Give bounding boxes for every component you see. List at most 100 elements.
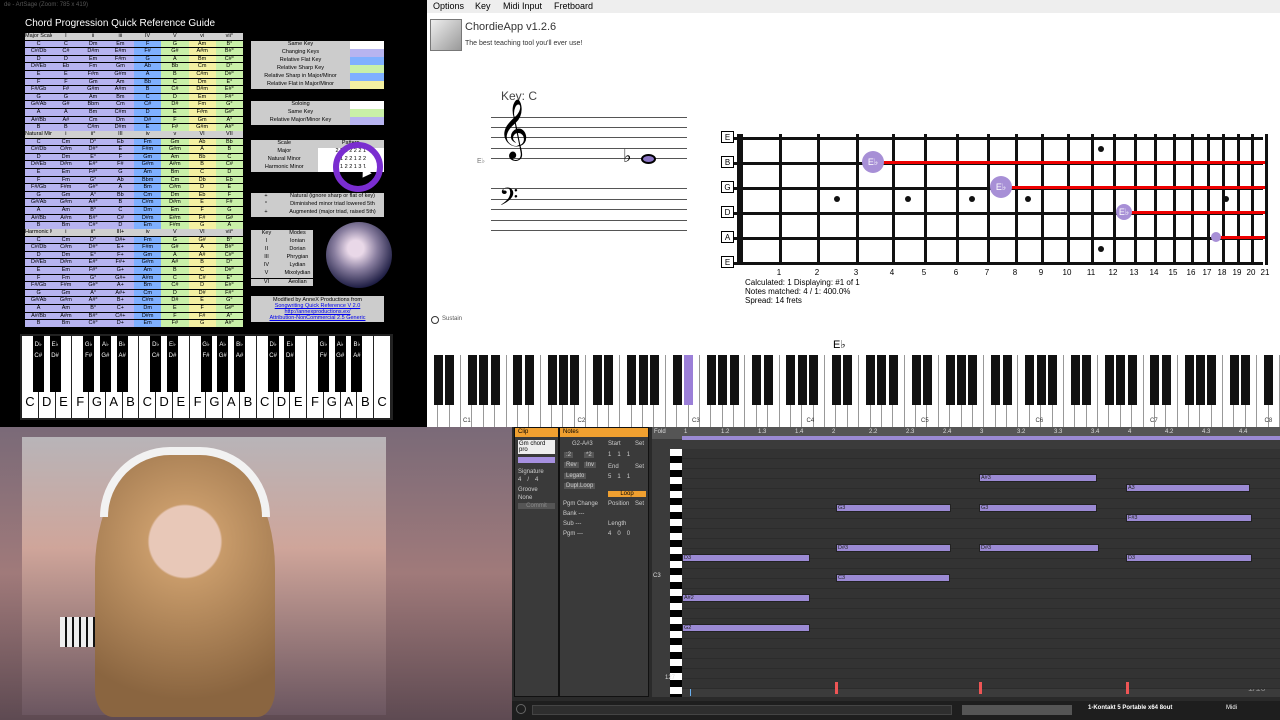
sig-denominator[interactable]: 4 bbox=[535, 477, 538, 483]
groove-select[interactable]: None bbox=[518, 495, 555, 501]
black-key[interactable]: D♭ C# bbox=[267, 336, 279, 392]
piano-black-key[interactable] bbox=[1048, 355, 1058, 405]
midi-note[interactable]: G3 bbox=[836, 504, 951, 512]
midi-note[interactable]: A3 bbox=[1126, 484, 1250, 492]
piano-black-key[interactable] bbox=[786, 355, 796, 405]
bank-field[interactable]: Bank --- bbox=[563, 511, 584, 517]
status-icon[interactable] bbox=[516, 704, 526, 714]
position-set-button[interactable]: Set bbox=[635, 501, 644, 507]
black-key[interactable]: A♭ G# bbox=[99, 336, 111, 392]
velocity-marker[interactable] bbox=[835, 682, 838, 694]
start-set-button[interactable]: Set bbox=[635, 441, 644, 447]
note-lane[interactable] bbox=[682, 609, 1280, 619]
piano-black-key[interactable] bbox=[797, 355, 807, 405]
piano-black-key[interactable] bbox=[843, 355, 853, 405]
midi-note[interactable]: F#3 bbox=[1126, 514, 1252, 522]
length-bar[interactable]: 4 bbox=[608, 531, 611, 537]
black-key[interactable]: E♭ D# bbox=[166, 336, 178, 392]
piano-black-key[interactable] bbox=[1184, 355, 1194, 405]
piano-black-key[interactable] bbox=[1195, 355, 1205, 405]
start-beat[interactable]: 1 bbox=[617, 452, 620, 458]
midi-note[interactable]: A#2 bbox=[682, 594, 810, 602]
halve-button[interactable]: :2 bbox=[564, 452, 574, 458]
start-sixteenth[interactable]: 1 bbox=[627, 452, 630, 458]
midi-note[interactable]: D3 bbox=[1126, 554, 1252, 562]
menu-midi-input[interactable]: Midi Input bbox=[503, 1, 542, 11]
black-key[interactable]: B♭ A# bbox=[116, 336, 128, 392]
piano-black-key[interactable] bbox=[684, 355, 694, 405]
sustain-radio[interactable] bbox=[431, 316, 439, 324]
license-link[interactable]: Attribution-NonCommercial 2.5 Generic bbox=[252, 315, 383, 321]
piano-black-key[interactable] bbox=[558, 355, 568, 405]
end-sixteenth[interactable]: 1 bbox=[627, 474, 630, 480]
piano-black-key[interactable] bbox=[1082, 355, 1092, 405]
track-name[interactable]: 1-Kontakt 5 Portable x64 8out bbox=[1088, 705, 1172, 711]
piano-black-key[interactable] bbox=[1036, 355, 1046, 405]
end-bar[interactable]: 5 bbox=[608, 474, 611, 480]
midi-note[interactable]: C3 bbox=[836, 574, 950, 582]
piano-black-key[interactable] bbox=[866, 355, 876, 405]
piano-roll-keys[interactable] bbox=[670, 449, 682, 697]
black-key[interactable]: B♭ A# bbox=[234, 336, 246, 392]
note-lane[interactable] bbox=[682, 579, 1280, 589]
fret-note-marker[interactable]: E♭ bbox=[1211, 232, 1221, 242]
double-button[interactable]: *2 bbox=[584, 452, 594, 458]
velocity-marker[interactable] bbox=[1126, 682, 1129, 694]
piano-black-key[interactable] bbox=[957, 355, 967, 405]
black-key[interactable]: A♭ G# bbox=[334, 336, 346, 392]
end-set-button[interactable]: Set bbox=[635, 464, 644, 470]
piano-black-key[interactable] bbox=[433, 355, 443, 405]
piano-black-key[interactable] bbox=[991, 355, 1001, 405]
midi-note[interactable]: G2 bbox=[682, 624, 810, 632]
note-lane[interactable] bbox=[682, 659, 1280, 669]
note-lane[interactable] bbox=[682, 569, 1280, 579]
note-lane[interactable] bbox=[682, 639, 1280, 649]
note-lane[interactable] bbox=[682, 529, 1280, 539]
midi-note[interactable]: A#3 bbox=[979, 474, 1097, 482]
fret-note-marker[interactable]: E♭ bbox=[1116, 204, 1132, 220]
dupl-loop-button[interactable]: Dupl.Loop bbox=[564, 483, 596, 489]
fret-note-marker[interactable]: E♭ bbox=[990, 176, 1012, 198]
note-lane[interactable] bbox=[682, 449, 1280, 459]
piano-black-key[interactable] bbox=[1161, 355, 1171, 405]
piano-black-key[interactable] bbox=[627, 355, 637, 405]
pgm-field[interactable]: Pgm --- bbox=[563, 531, 583, 537]
note-lane[interactable] bbox=[682, 649, 1280, 659]
piano-black-key[interactable] bbox=[524, 355, 534, 405]
piano-black-key[interactable] bbox=[547, 355, 557, 405]
black-key[interactable]: A♭ G# bbox=[217, 336, 229, 392]
piano-black-key[interactable] bbox=[638, 355, 648, 405]
black-key[interactable]: G♭ F# bbox=[200, 336, 212, 392]
piano-black-key[interactable] bbox=[888, 355, 898, 405]
legato-button[interactable]: Legato bbox=[564, 473, 587, 479]
commit-button[interactable]: Commit bbox=[518, 503, 555, 509]
end-value[interactable]: 511 bbox=[608, 474, 630, 480]
clip-color-swatch[interactable] bbox=[518, 457, 555, 463]
clip-name-field[interactable]: Gm chord pro bbox=[518, 440, 555, 454]
menu-options[interactable]: Options bbox=[433, 1, 464, 11]
piano-black-key[interactable] bbox=[1025, 355, 1035, 405]
end-beat[interactable]: 1 bbox=[617, 474, 620, 480]
piano-black-key[interactable] bbox=[1002, 355, 1012, 405]
midi-note[interactable]: D#3 bbox=[979, 544, 1099, 552]
piano-black-key[interactable] bbox=[570, 355, 580, 405]
piano-black-key[interactable] bbox=[706, 355, 716, 405]
black-key[interactable]: D♭ C# bbox=[32, 336, 44, 392]
piano-black-key[interactable] bbox=[1104, 355, 1114, 405]
piano-black-key[interactable] bbox=[922, 355, 932, 405]
piano-black-key[interactable] bbox=[831, 355, 841, 405]
piano-black-key[interactable] bbox=[729, 355, 739, 405]
black-key[interactable]: E♭ D# bbox=[49, 336, 61, 392]
midi-note[interactable]: D#3 bbox=[836, 544, 951, 552]
piano-black-key[interactable] bbox=[445, 355, 455, 405]
sig-numerator[interactable]: 4 bbox=[518, 477, 521, 483]
piano-black-key[interactable] bbox=[752, 355, 762, 405]
piano-black-key[interactable] bbox=[945, 355, 955, 405]
fold-button[interactable]: Fold bbox=[654, 429, 666, 435]
piano-black-key[interactable] bbox=[1207, 355, 1217, 405]
menu-key[interactable]: Key bbox=[475, 1, 491, 11]
black-key[interactable]: G♭ F# bbox=[317, 336, 329, 392]
piano-black-key[interactable] bbox=[1264, 355, 1274, 405]
piano-black-key[interactable] bbox=[490, 355, 500, 405]
fret-note-marker[interactable]: E♭ bbox=[862, 151, 884, 173]
